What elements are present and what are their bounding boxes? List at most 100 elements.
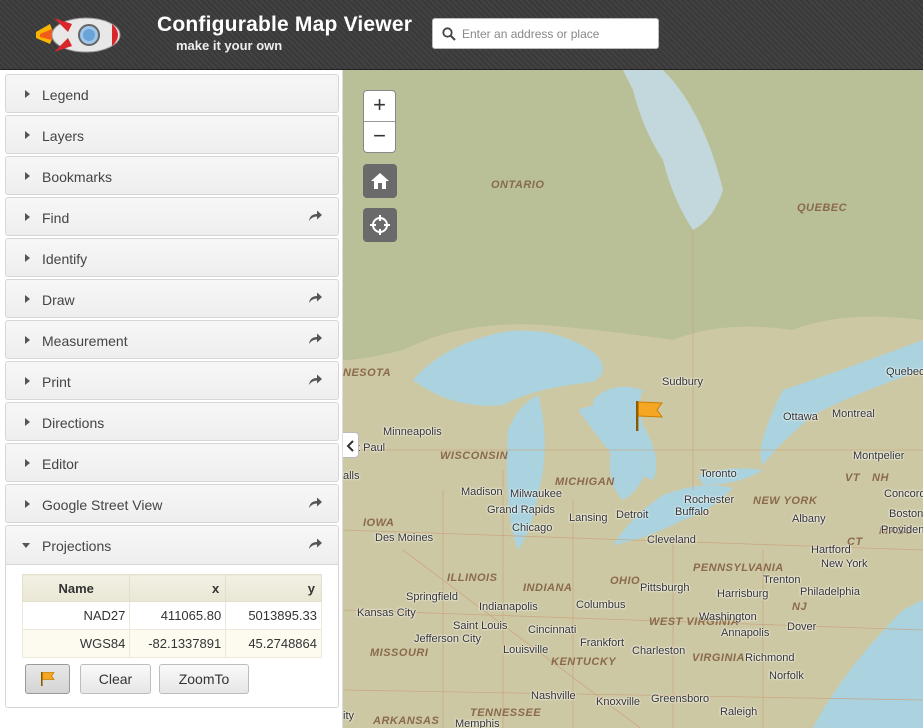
panel-measurement[interactable]: Measurement — [5, 320, 339, 359]
city-label: Grand Rapids — [487, 504, 555, 516]
city-label: Greensboro — [651, 693, 710, 705]
table-header-row: Name x y — [21, 574, 322, 602]
locate-button[interactable] — [363, 208, 397, 242]
city-label: t Paul — [357, 442, 386, 454]
city-label: Frankfort — [580, 637, 625, 649]
region-label: INDIANA — [523, 582, 573, 594]
region-label: NH — [872, 472, 889, 484]
zoom-in-button[interactable]: + — [364, 91, 395, 121]
city-label: Milwaukee — [510, 488, 562, 500]
caret-right-icon — [25, 500, 30, 508]
table-row[interactable]: WGS84 -82.1337891 45.2748864 — [21, 629, 322, 658]
flag-map-point-button[interactable] — [25, 664, 70, 694]
city-label: Hartford — [811, 544, 851, 556]
column-header[interactable]: Name — [21, 574, 131, 602]
table-row[interactable]: NAD27 411065.80 5013895.33 — [21, 601, 322, 630]
table-cell: NAD27 — [21, 601, 131, 630]
panel-find[interactable]: Find — [5, 197, 339, 236]
column-header[interactable]: y — [225, 574, 322, 602]
panel-draw[interactable]: Draw — [5, 279, 339, 318]
panel-google-street-view[interactable]: Google Street View — [5, 484, 339, 523]
panel-directions[interactable]: Directions — [5, 402, 339, 441]
panel-editor[interactable]: Editor — [5, 443, 339, 482]
panel-projections-header[interactable]: Projections — [6, 526, 338, 565]
table-cell: 411065.80 — [129, 601, 227, 630]
caret-right-icon — [25, 295, 30, 303]
city-label: Charleston — [632, 645, 686, 657]
city-label: Des Moines — [375, 532, 434, 544]
share-arrow-icon[interactable] — [308, 209, 323, 227]
city-label: Saint Louis — [453, 620, 508, 632]
region-label: PENNSYLVANIA — [693, 562, 784, 574]
table-cell: 45.2748864 — [225, 629, 322, 658]
share-arrow-icon[interactable] — [308, 373, 323, 391]
city-label: alls — [343, 470, 360, 482]
city-label: Columbus — [576, 599, 626, 611]
home-button[interactable] — [363, 164, 397, 198]
city-label: Harrisburg — [717, 588, 769, 600]
panel-label: Legend — [42, 87, 89, 103]
city-label: Dover — [787, 621, 817, 633]
share-arrow-icon[interactable] — [308, 537, 323, 555]
caret-down-icon — [22, 543, 30, 548]
panel-label: Editor — [42, 456, 79, 472]
city-label: Louisville — [503, 644, 549, 656]
zoom-out-button[interactable]: − — [364, 122, 395, 152]
sidebar: Legend Layers Bookmarks Find Identify Dr… — [0, 70, 343, 728]
region-label: ONTARIO — [491, 179, 545, 191]
region-label: NEW YORK — [753, 495, 818, 507]
search-box[interactable] — [432, 18, 659, 49]
panel-bookmarks[interactable]: Bookmarks — [5, 156, 339, 195]
zoomto-button[interactable]: ZoomTo — [159, 664, 249, 694]
caret-right-icon — [25, 336, 30, 344]
panel-label: Google Street View — [42, 497, 163, 513]
flag-icon — [40, 672, 55, 686]
city-label: Quebec — [886, 366, 923, 378]
city-label: Indianapolis — [479, 601, 538, 613]
clear-button[interactable]: Clear — [80, 664, 151, 694]
caret-right-icon — [25, 377, 30, 385]
panel-print[interactable]: Print — [5, 361, 339, 400]
caret-right-icon — [25, 459, 30, 467]
city-label: Sudbury — [662, 376, 703, 388]
region-label: ILLINOIS — [447, 572, 498, 584]
panel-legend[interactable]: Legend — [5, 74, 339, 113]
panel-label: Identify — [42, 251, 88, 267]
region-label: QUEBEC — [797, 202, 848, 214]
search-icon — [442, 27, 456, 46]
panel-label: Bookmarks — [42, 169, 113, 185]
city-label: ity — [343, 710, 354, 722]
caret-right-icon — [25, 172, 30, 180]
city-label: Ottawa — [783, 411, 818, 423]
region-label: VIRGINIA — [692, 652, 745, 664]
city-label: Montpelier — [853, 450, 905, 462]
city-label: New York — [821, 558, 868, 570]
panel-identify[interactable]: Identify — [5, 238, 339, 277]
caret-right-icon — [25, 418, 30, 426]
table-cell: -82.1337891 — [129, 629, 227, 658]
flag-marker-icon[interactable] — [635, 400, 665, 437]
column-header[interactable]: x — [129, 574, 227, 602]
map-view[interactable]: ONTARIO QUEBEC NESOTA WISCONSIN MICHIGAN… — [343, 70, 923, 728]
city-label: Toronto — [700, 468, 737, 480]
region-label: NJ — [792, 601, 808, 613]
city-label: Knoxville — [596, 696, 641, 708]
share-arrow-icon[interactable] — [308, 496, 323, 514]
city-label: Pittsburgh — [640, 582, 690, 594]
city-label: Detroit — [616, 509, 649, 521]
panel-label: Projections — [42, 538, 112, 554]
city-label: Madison — [461, 486, 503, 498]
app-title: Configurable Map Viewer — [157, 13, 413, 36]
basemap — [343, 70, 923, 728]
caret-right-icon — [25, 254, 30, 262]
share-arrow-icon[interactable] — [308, 332, 323, 350]
search-input[interactable] — [462, 23, 652, 45]
city-label: Boston — [889, 508, 923, 520]
city-label: Providence — [881, 524, 923, 536]
city-label: Kansas City — [357, 607, 416, 619]
panel-layers[interactable]: Layers — [5, 115, 339, 154]
city-label: Montreal — [832, 408, 875, 420]
collapse-sidebar-button[interactable] — [343, 432, 359, 458]
crosshair-icon — [370, 215, 390, 235]
share-arrow-icon[interactable] — [308, 291, 323, 309]
